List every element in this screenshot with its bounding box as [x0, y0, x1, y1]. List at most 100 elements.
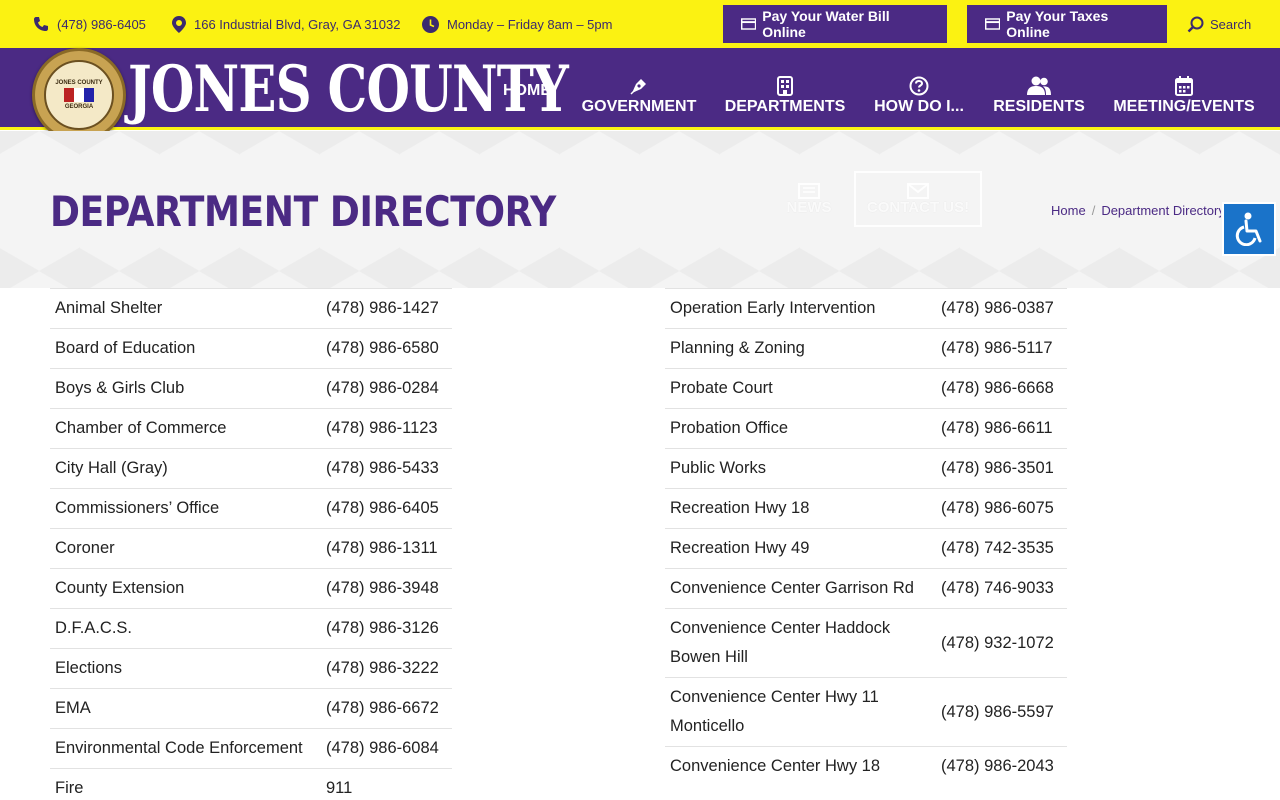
department-phone[interactable]: (478) 986-1311 [321, 539, 438, 558]
directory-row: Probate Court (478) 986-6668 [665, 368, 1067, 408]
directory-table-left: Animal Shelter (478) 986-1427 Board of Edu… [50, 288, 452, 800]
search-button[interactable]: Search [1187, 0, 1251, 48]
breadcrumb-home-link[interactable]: Home [1051, 203, 1086, 218]
pay-water-bill-label: Pay Your Water Bill Online [762, 8, 890, 40]
directory-row: County Extension (478) 986-3948 [50, 568, 452, 608]
department-phone[interactable]: (478) 742-3535 [936, 539, 1054, 558]
directory-row: Elections (478) 986-3222 [50, 648, 452, 688]
department-phone[interactable]: (478) 986-2043 [936, 757, 1054, 776]
department-phone[interactable]: (478) 986-3501 [936, 459, 1054, 478]
department-name: Board of Education [55, 339, 196, 357]
nav-meeting-events-label: MEETING/EVENTS [1113, 98, 1255, 115]
envelope-icon [907, 182, 929, 199]
directory-row: Convenience Center Hwy 11 Monticello (478… [665, 677, 1067, 746]
directory-row: Operation Early Intervention (478) 986-03… [665, 288, 1067, 328]
department-phone[interactable]: (478) 986-0284 [321, 379, 439, 398]
directory-row: City Hall (Gray) (478) 986-5433 [50, 448, 452, 488]
department-name: Probation Office [670, 419, 789, 437]
department-phone[interactable]: (478) 986-6075 [936, 499, 1054, 518]
news-label: NEWS [786, 198, 832, 216]
department-name: D.F.A.C.S. [55, 619, 133, 637]
nav-departments-label: DEPARTMENTS [724, 98, 846, 115]
department-name: Operation Early Intervention [670, 299, 876, 317]
map-marker-icon [172, 15, 186, 33]
seal-inner: JONES COUNTY GEORGIA [44, 60, 114, 130]
site-logo-text[interactable]: JONES COUNTY [128, 52, 569, 128]
nav-home[interactable]: HOME [503, 48, 551, 130]
directory-row: Public Works (478) 986-3501 [665, 448, 1067, 488]
department-phone[interactable]: (478) 986-5433 [321, 459, 439, 478]
department-phone[interactable]: (478) 986-3222 [321, 659, 439, 678]
directory-row: Convenience Center Hwy 18 (478) 986-2043 [665, 746, 1067, 786]
department-name: Recreation Hwy 49 [670, 539, 810, 557]
department-phone[interactable]: (478) 986-6668 [936, 379, 1054, 398]
department-phone[interactable]: (478) 986-6611 [936, 419, 1053, 438]
department-name: Environmental Code Enforcement [55, 739, 303, 757]
department-phone[interactable]: (478) 932-1072 [936, 634, 1054, 653]
pay-taxes-button[interactable]: Pay Your Taxes Online [967, 5, 1167, 43]
department-name: County Extension [55, 579, 185, 597]
nav-meeting-events[interactable]: MEETING/EVENTS [1113, 48, 1255, 130]
department-phone[interactable]: (478) 986-5117 [936, 339, 1053, 358]
department-name: Convenience Center Garrison Rd [670, 579, 914, 597]
department-name: Planning & Zoning [670, 339, 805, 357]
address-text: 166 Industrial Blvd, Gray, GA 31032 [194, 16, 401, 32]
breadcrumb-current: Department Directory [1101, 203, 1221, 218]
department-name: Coroner [55, 539, 115, 557]
directory-row: EMA (478) 986-6672 [50, 688, 452, 728]
department-phone[interactable]: (478) 986-6084 [321, 739, 439, 758]
pay-taxes-label: Pay Your Taxes Online [1006, 8, 1109, 40]
address-link[interactable]: 166 Industrial Blvd, Gray, GA 31032 [172, 0, 400, 48]
seal-bottom-text: GEORGIA [64, 104, 94, 110]
nav-departments[interactable]: DEPARTMENTS [725, 48, 845, 130]
department-phone[interactable]: (478) 986-0387 [936, 299, 1054, 318]
directory-row: Coroner (478) 986-1311 [50, 528, 452, 568]
department-phone[interactable]: (478) 986-1123 [321, 419, 438, 438]
directory-row: Environmental Code Enforcement (478) 986-… [50, 728, 452, 768]
seal-top-text: JONES COUNTY [55, 80, 103, 86]
contact-us-button[interactable]: CONTACT US! [854, 171, 982, 227]
department-phone[interactable]: (478) 986-3126 [321, 619, 439, 638]
search-icon [1187, 16, 1204, 32]
department-phone[interactable]: (478) 986-3948 [321, 579, 439, 598]
directory-row: Chamber of Commerce (478) 986-1123 [50, 408, 452, 448]
clock-icon [422, 15, 439, 33]
department-phone[interactable]: (478) 986-6672 [321, 699, 439, 718]
directory-row: Fire 911 [50, 768, 452, 800]
department-phone[interactable]: (478) 986-5597 [936, 703, 1054, 722]
phone-text: (478) 986-6405 [57, 16, 146, 32]
pay-water-bill-button[interactable]: Pay Your Water Bill Online [723, 5, 947, 43]
credit-card-icon [985, 18, 1001, 30]
nav-government[interactable]: GOVERNMENT [582, 48, 696, 130]
department-phone[interactable]: 911 [321, 779, 352, 798]
department-phone[interactable]: (478) 986-6580 [321, 339, 439, 358]
department-name: Probate Court [670, 379, 773, 397]
pen-nib-icon [630, 79, 646, 95]
newspaper-icon [798, 182, 820, 199]
nav-home-label: HOME [503, 82, 551, 99]
accessibility-button[interactable] [1222, 202, 1276, 256]
county-seal-logo[interactable]: JONES COUNTY GEORGIA [32, 48, 126, 142]
seal-flags-icon [64, 88, 94, 102]
phone-link[interactable]: (478) 986-6405 [33, 0, 146, 48]
directory-row: Convenience Center Haddock Bowen Hill (47… [665, 608, 1067, 677]
department-name: City Hall (Gray) [55, 459, 168, 477]
directory-row: Commissioners’ Office (478) 986-6405 [50, 488, 452, 528]
nav-how-do-i[interactable]: HOW DO I... [874, 48, 964, 130]
credit-card-icon [741, 18, 757, 30]
breadcrumb: Home / Department Directory [1051, 203, 1221, 218]
department-phone[interactable]: (478) 986-1427 [321, 299, 439, 318]
department-name: Boys & Girls Club [55, 379, 185, 397]
department-phone[interactable]: (478) 746-9033 [936, 579, 1054, 598]
nav-residents[interactable]: RESIDENTS [993, 48, 1085, 130]
department-phone[interactable]: (478) 986-6405 [321, 499, 439, 518]
news-button[interactable]: NEWS [784, 171, 834, 227]
directory-row: Boys & Girls Club (478) 986-0284 [50, 368, 452, 408]
nav-how-do-i-label: HOW DO I... [874, 98, 964, 115]
directory-row: Recreation Hwy 49 (478) 742-3535 [665, 528, 1067, 568]
hours-text: Monday – Friday 8am – 5pm [447, 16, 613, 32]
users-icon [1027, 76, 1051, 95]
nav-residents-label: RESIDENTS [993, 98, 1085, 115]
directory-row: Recreation Hwy 18 (478) 986-6075 [665, 488, 1067, 528]
directory-row: D.F.A.C.S. (478) 986-3126 [50, 608, 452, 648]
